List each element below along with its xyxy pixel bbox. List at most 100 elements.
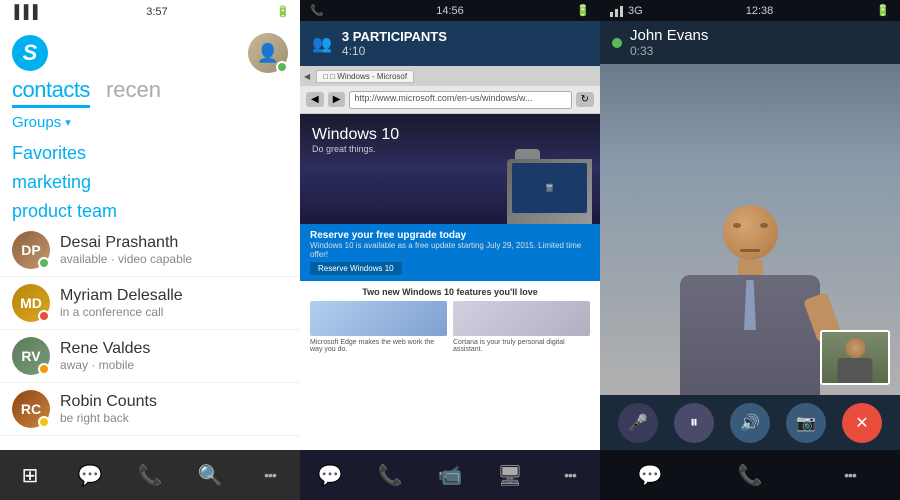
main-video <box>600 64 900 395</box>
nav-grid-icon[interactable]: ⊞ <box>10 455 50 495</box>
browser-tab-active[interactable]: □ □ Windows - Microsof <box>316 70 414 83</box>
pip-head <box>845 338 865 358</box>
contacts-panel: ▐▐▐ 3:57 🔋 S 👤 contacts recen Groups ▾ F… <box>0 0 300 500</box>
call-header: 👥 3 PARTICIPANTS 4:10 <box>300 21 600 66</box>
nav-more-icon[interactable]: ••• <box>250 455 290 495</box>
end-call-button[interactable]: ✕ <box>842 403 882 443</box>
contact-item[interactable]: DP Desai Prashanth available · video cap… <box>0 224 300 277</box>
profile-status-dot <box>276 61 288 73</box>
back-button[interactable]: ◀ <box>306 92 324 107</box>
conf-nav-video[interactable]: 📹 <box>430 455 470 495</box>
laptop-screen: 🖥 <box>512 163 587 213</box>
section-favorites[interactable]: Favorites <box>0 137 300 166</box>
conf-nav-screen[interactable]: 🖥 <box>490 455 530 495</box>
main-person-shirt <box>680 275 820 395</box>
contact-item[interactable]: RC Robin Counts be right back <box>0 383 300 436</box>
contact-status: in a conference call <box>60 305 288 319</box>
signal-strength: ▐▐▐ <box>10 4 38 19</box>
tabs-row: contacts recen <box>0 73 300 108</box>
contact-item[interactable]: MD Myriam Delesalle in a conference call <box>0 277 300 330</box>
video-status-dot <box>612 38 622 48</box>
conf-nav-more[interactable]: ••• <box>550 455 590 495</box>
conf-nav-phone[interactable]: 📞 <box>370 455 410 495</box>
skype-logo: S <box>12 35 48 71</box>
video-nav-more[interactable]: ••• <box>830 455 870 495</box>
features-title: Two new Windows 10 features you'll love <box>310 287 590 297</box>
groups-label: Groups <box>12 114 61 131</box>
feature-2: Cortana is your truly personal digital a… <box>453 301 590 353</box>
camera-button[interactable]: 📷 <box>786 403 826 443</box>
browser-back-btn[interactable]: ◀ <box>304 72 310 81</box>
network-type: 3G <box>628 5 643 17</box>
avatar-desai: DP <box>12 231 50 269</box>
conf-nav-chat[interactable]: 💬 <box>310 455 350 495</box>
feature-img-2 <box>453 301 590 336</box>
video-bottom-nav: 💬 📞 ••• <box>600 450 900 500</box>
feature-text-1: Microsoft Edge makes the web work the wa… <box>310 339 434 353</box>
avatar-robin: RC <box>12 390 50 428</box>
avatar-rene: RV <box>12 337 50 375</box>
forward-button[interactable]: ▶ <box>328 92 346 107</box>
feature-text-2: Cortana is your truly personal digital a… <box>453 339 565 353</box>
contact-info-robin: Robin Counts be right back <box>60 393 288 425</box>
groups-row[interactable]: Groups ▾ <box>0 108 300 137</box>
header-top: S 👤 <box>0 27 300 73</box>
section-marketing[interactable]: marketing <box>0 166 300 195</box>
win10-hero: Windows 10 Do great things. 🖥 <box>300 114 600 224</box>
feature-1: Microsoft Edge makes the web work the wa… <box>310 301 447 353</box>
bottom-nav-1: ⊞ 💬 📞 🔍 ••• <box>0 450 300 500</box>
win10-banner: Reserve your free upgrade today Windows … <box>300 224 600 281</box>
feature-img-1 <box>310 301 447 336</box>
refresh-button[interactable]: ↻ <box>576 92 594 107</box>
reserve-button[interactable]: Reserve Windows 10 <box>310 262 402 275</box>
video-controls: 🎤 ⏸ 🔊 📷 ✕ <box>600 395 900 450</box>
speaker-button[interactable]: 🔊 <box>730 403 770 443</box>
contact-name: Myriam Delesalle <box>60 287 288 305</box>
section-product-team[interactable]: product team <box>0 195 300 224</box>
participants-count: 3 PARTICIPANTS <box>342 29 588 44</box>
caller-info: John Evans 0:33 <box>630 27 708 58</box>
pip-person <box>838 338 873 383</box>
tie <box>744 280 756 330</box>
tab-recent[interactable]: recen <box>106 77 161 108</box>
contact-name: Rene Valdes <box>60 340 288 358</box>
video-duration: 0:33 <box>630 44 708 58</box>
video-nav-phone[interactable]: 📞 <box>730 455 770 495</box>
contact-name: Robin Counts <box>60 393 288 411</box>
groups-chevron: ▾ <box>65 116 71 129</box>
conference-panel: 📞 14:56 🔋 👥 3 PARTICIPANTS 4:10 ◀ □ □ Wi… <box>300 0 600 500</box>
battery-3: 🔋 <box>876 4 890 17</box>
battery-1: 🔋 <box>276 5 290 18</box>
win10-text: Windows 10 Do great things. <box>312 126 399 154</box>
status-bar-1: ▐▐▐ 3:57 🔋 <box>0 0 300 23</box>
contact-status: be right back <box>60 411 288 425</box>
video-nav-chat[interactable]: 💬 <box>630 455 670 495</box>
nav-chat-icon[interactable]: 💬 <box>70 455 110 495</box>
status-dot-yellow <box>38 416 50 428</box>
eye-right <box>760 223 768 228</box>
pause-button[interactable]: ⏸ <box>674 403 714 443</box>
profile-avatar[interactable]: 👤 <box>248 33 288 73</box>
win10-banner-desc: Windows 10 is available as a free update… <box>310 241 590 259</box>
battery-2: 🔋 <box>576 4 590 17</box>
hero-laptop: 🖥 <box>507 159 592 224</box>
tab-contacts[interactable]: contacts <box>12 77 90 108</box>
contact-status: available · video capable <box>60 252 288 266</box>
time-2: 14:56 <box>436 5 464 17</box>
call-duration-2: 4:10 <box>342 44 588 58</box>
mute-button[interactable]: 🎤 <box>618 403 658 443</box>
nav-phone-icon[interactable]: 📞 <box>130 455 170 495</box>
address-bar[interactable]: http://www.microsoft.com/en-us/windows/w… <box>349 91 571 109</box>
call-info: 3 PARTICIPANTS 4:10 <box>342 29 588 58</box>
status-dot-red <box>38 310 50 322</box>
main-person-neck <box>738 260 763 275</box>
browser-content: Windows 10 Do great things. 🖥 Reserve yo… <box>300 114 600 450</box>
nav-search-icon[interactable]: 🔍 <box>190 455 230 495</box>
caller-name: John Evans <box>630 27 708 44</box>
eye-left <box>733 223 741 228</box>
signal-bars: 3G <box>610 5 643 17</box>
participants-icon: 👥 <box>312 34 332 54</box>
contacts-list: DP Desai Prashanth available · video cap… <box>0 224 300 450</box>
contact-item[interactable]: RV Rene Valdes away · mobile <box>0 330 300 383</box>
browser-tab-text: □ Windows - Microsof <box>330 72 407 81</box>
